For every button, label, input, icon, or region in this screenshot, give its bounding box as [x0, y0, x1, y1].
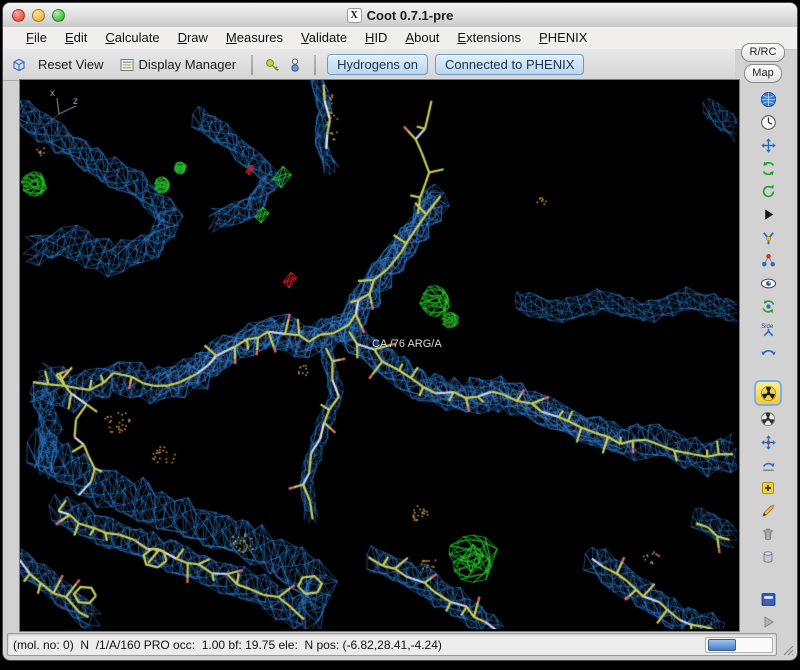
- reset-view-button[interactable]: Reset View: [34, 55, 108, 74]
- main-toolbar: Reset View Display Manager Hydrogens on …: [3, 49, 735, 81]
- status-bar: (mol. no: 0) N /1/A/160 PRO occ: 1.00 bf…: [7, 633, 777, 656]
- window-title: Coot 0.7.1-pre: [366, 7, 454, 23]
- menu-item-calculate[interactable]: Calculate: [96, 27, 168, 49]
- globe-icon[interactable]: [755, 89, 781, 109]
- drag-icon[interactable]: [755, 432, 781, 452]
- regularize-radiation-icon[interactable]: [755, 409, 781, 429]
- resize-grip-icon[interactable]: [780, 642, 794, 656]
- flag-icon[interactable]: [755, 589, 781, 609]
- toolbar-separator: [251, 54, 254, 75]
- svg-text:Side: Side: [761, 323, 774, 329]
- translate-icon[interactable]: [755, 135, 781, 155]
- r-rc-button[interactable]: R/RC: [741, 43, 785, 62]
- clock-icon[interactable]: [755, 112, 781, 132]
- eye-icon[interactable]: [755, 273, 781, 293]
- menu-item-edit[interactable]: Edit: [56, 27, 96, 49]
- x11-app-icon: X: [346, 7, 362, 23]
- viewport-frame: CA /76 ARG/A x z: [19, 79, 740, 632]
- cylinder-icon[interactable]: [755, 547, 781, 567]
- play-disabled-icon[interactable]: [755, 612, 781, 632]
- hydrogens-toggle-button[interactable]: Hydrogens on: [327, 54, 429, 75]
- flip-icon[interactable]: [755, 342, 781, 362]
- key-icon[interactable]: [264, 57, 280, 73]
- close-button[interactable]: [12, 8, 25, 22]
- spin-icon[interactable]: [755, 181, 781, 201]
- menu-item-about[interactable]: About: [396, 27, 448, 49]
- menu-item-measures[interactable]: Measures: [217, 27, 292, 49]
- display-manager-button[interactable]: Display Manager: [115, 55, 241, 75]
- title-bar[interactable]: X Coot 0.7.1-pre: [3, 3, 797, 28]
- zoom-button[interactable]: [52, 8, 65, 22]
- add-residue-icon[interactable]: [755, 478, 781, 498]
- menu-item-file[interactable]: File: [17, 27, 56, 49]
- menu-item-extensions[interactable]: Extensions: [448, 27, 530, 49]
- status-scrollbar-thumb[interactable]: [708, 639, 736, 651]
- pencil-icon[interactable]: [755, 501, 781, 521]
- cycle-icon[interactable]: [755, 296, 781, 316]
- toolbar-separator: [314, 54, 317, 75]
- view-cube-icon[interactable]: [11, 57, 27, 73]
- menu-item-hid[interactable]: HID: [356, 27, 396, 49]
- menu-item-phenix[interactable]: PHENIX: [530, 27, 596, 49]
- molecular-viewport[interactable]: [20, 80, 737, 629]
- app-window: X Coot 0.7.1-pre File Edit Calculate Dra…: [2, 2, 798, 661]
- minimize-button[interactable]: [32, 8, 45, 22]
- atoms-icon[interactable]: [755, 250, 781, 270]
- display-manager-label: Display Manager: [138, 57, 237, 72]
- menu-item-draw[interactable]: Draw: [169, 27, 217, 49]
- pepflip-icon[interactable]: [755, 455, 781, 475]
- refine-radiation-icon[interactable]: [754, 380, 782, 406]
- go-to-atom-icon[interactable]: [287, 57, 303, 73]
- status-text: (mol. no: 0) N /1/A/160 PRO occ: 1.00 bf…: [13, 637, 442, 652]
- display-manager-icon: [119, 57, 135, 73]
- menu-bar: File Edit Calculate Draw Measures Valida…: [3, 27, 797, 50]
- right-toolbar: Side: [739, 79, 797, 632]
- menu-item-validate[interactable]: Validate: [292, 27, 356, 49]
- rotate-icon[interactable]: [755, 158, 781, 178]
- play-icon[interactable]: [755, 204, 781, 224]
- side-chain-icon[interactable]: Side: [755, 319, 781, 339]
- phenix-connection-button[interactable]: Connected to PHENIX: [435, 54, 585, 75]
- trash-icon[interactable]: [755, 524, 781, 544]
- status-scrollbar[interactable]: [705, 637, 773, 653]
- flask-icon[interactable]: [755, 227, 781, 247]
